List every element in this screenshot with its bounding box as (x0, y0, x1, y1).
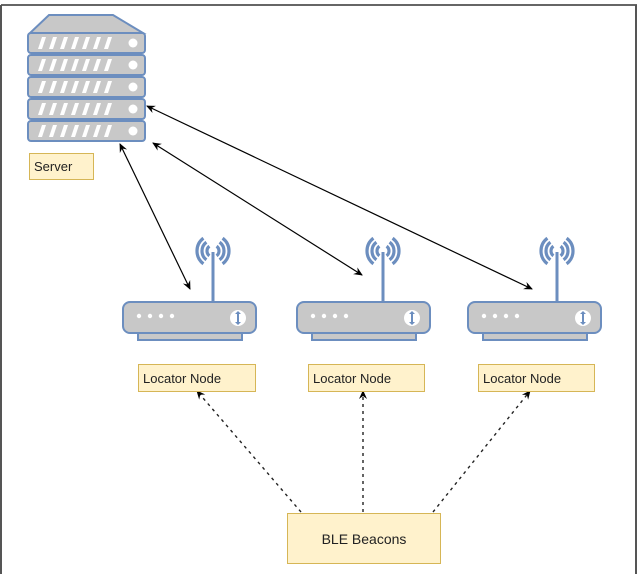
server-rack-unit (27, 32, 146, 54)
router-led-icon (147, 313, 153, 319)
router-led-icon (310, 313, 316, 319)
edge-beacons-locator-3 (432, 390, 531, 513)
wifi-signal-icon (385, 244, 391, 258)
edge-server-locator-2 (152, 142, 363, 276)
edge-server-locator-3 (146, 105, 533, 290)
router-led-icon (321, 313, 327, 319)
server-rack-unit (27, 120, 146, 142)
server-rack-unit (27, 98, 146, 120)
wifi-signal-icon (215, 244, 221, 258)
router-led-icon (343, 313, 349, 319)
router-led-icon (514, 313, 520, 319)
server-label[interactable]: Server (29, 153, 94, 180)
wifi-signal-icon (549, 244, 555, 258)
server-rack-unit (27, 76, 146, 98)
router-led-icon (169, 313, 175, 319)
router-led-icon (481, 313, 487, 319)
router-led-icon (503, 313, 509, 319)
edge-beacons-locator-1 (196, 390, 302, 513)
router-led-icon (158, 313, 164, 319)
edge-server-locator-1 (119, 143, 191, 290)
router-led-icon (136, 313, 142, 319)
status-led-icon (128, 60, 138, 70)
wifi-signal-icon (375, 244, 381, 258)
router-led-icon (492, 313, 498, 319)
wifi-signal-icon (205, 244, 211, 258)
wifi-router-icon[interactable] (296, 236, 431, 341)
server-top-cover (27, 14, 147, 34)
status-led-icon (128, 38, 138, 48)
locator-node-3-label[interactable]: Locator Node (478, 364, 595, 392)
server-rack-icon[interactable] (27, 14, 147, 142)
ble-beacons-box[interactable]: BLE Beacons (287, 513, 441, 564)
wifi-signal-icon (559, 244, 565, 258)
locator-node-2-label[interactable]: Locator Node (308, 364, 425, 392)
status-led-icon (128, 82, 138, 92)
locator-node-1-label[interactable]: Locator Node (138, 364, 256, 392)
server-rack-unit (27, 54, 146, 76)
wifi-router-icon[interactable] (467, 236, 602, 341)
router-led-icon (332, 313, 338, 319)
status-led-icon (128, 104, 138, 114)
diagram-canvas (0, 4, 637, 574)
status-led-icon (128, 126, 138, 136)
